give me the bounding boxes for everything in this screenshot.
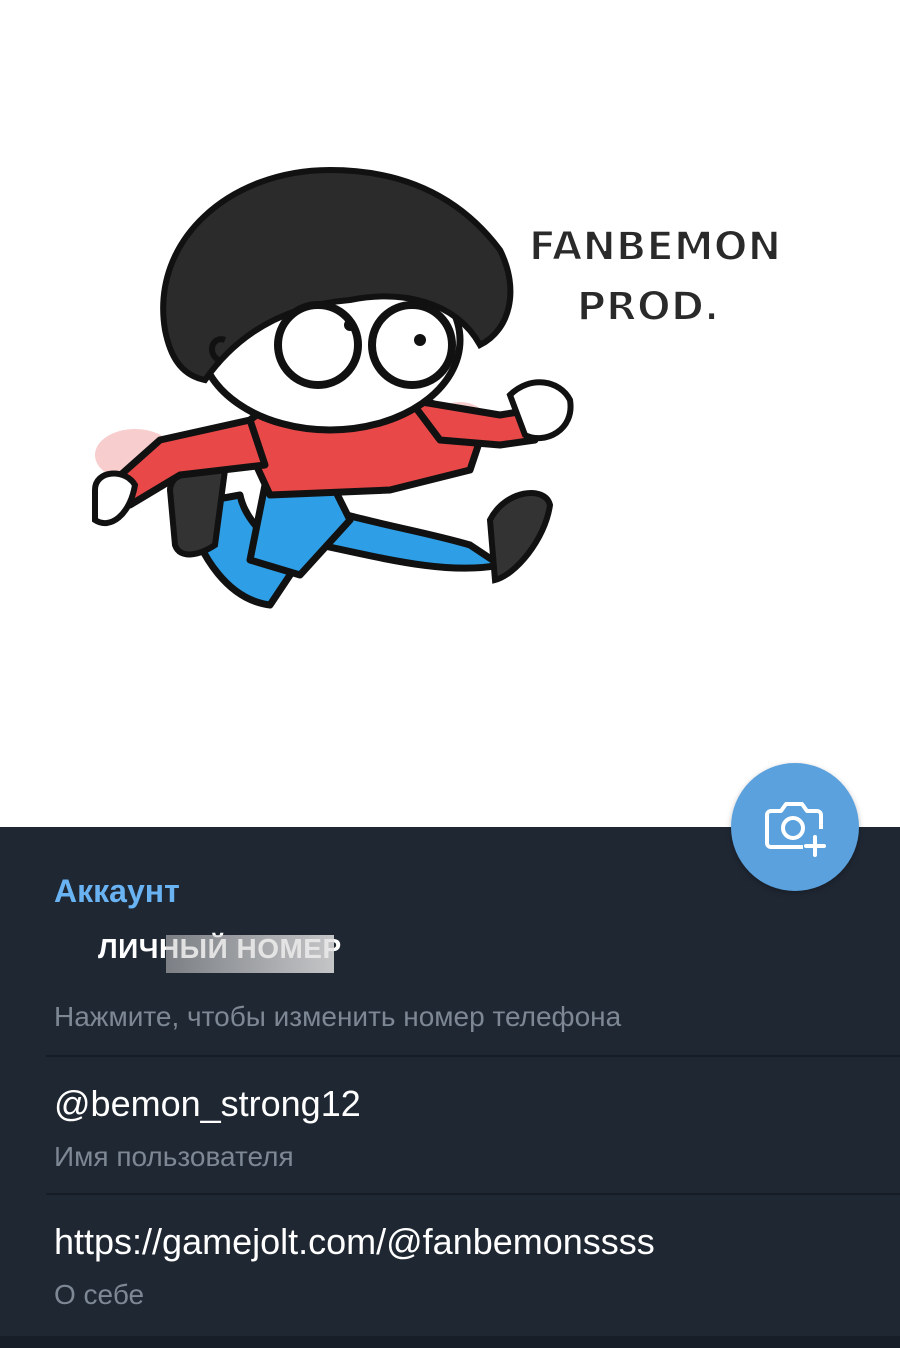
bio-value: https://gamejolt.com/@fanbemonssss <box>54 1221 655 1262</box>
account-panel: Аккаунт ЛИЧНЫЙ НОМЕР Нажмите, чтобы изме… <box>0 827 900 1348</box>
bio-row[interactable]: https://gamejolt.com/@fanbemonssss О себ… <box>0 1193 900 1333</box>
bottom-edge <box>0 1336 900 1348</box>
camera-add-icon <box>765 802 826 857</box>
sticker-text-line1: FANBEMON <box>529 224 781 270</box>
phone-row[interactable]: ЛИЧНЫЙ НОМЕР Нажмите, чтобы изменить ном… <box>0 917 900 1057</box>
profile-photo[interactable]: FANBEMON PROD. <box>0 0 900 827</box>
phone-redaction-mask <box>166 935 334 973</box>
avatar-sticker: FANBEMON PROD. <box>92 166 782 609</box>
divider <box>46 1193 900 1195</box>
section-title-account: Аккаунт <box>54 873 180 909</box>
username-label: Имя пользователя <box>54 1141 294 1172</box>
username-value: @bemon_strong12 <box>54 1083 361 1124</box>
sticker-text-line2: PROD. <box>577 284 720 330</box>
phone-hint: Нажмите, чтобы изменить номер телефона <box>54 1001 622 1032</box>
username-row[interactable]: @bemon_strong12 Имя пользователя <box>0 1055 900 1193</box>
divider <box>46 1055 900 1057</box>
bio-label: О себе <box>54 1279 145 1310</box>
set-photo-button[interactable] <box>731 763 859 891</box>
